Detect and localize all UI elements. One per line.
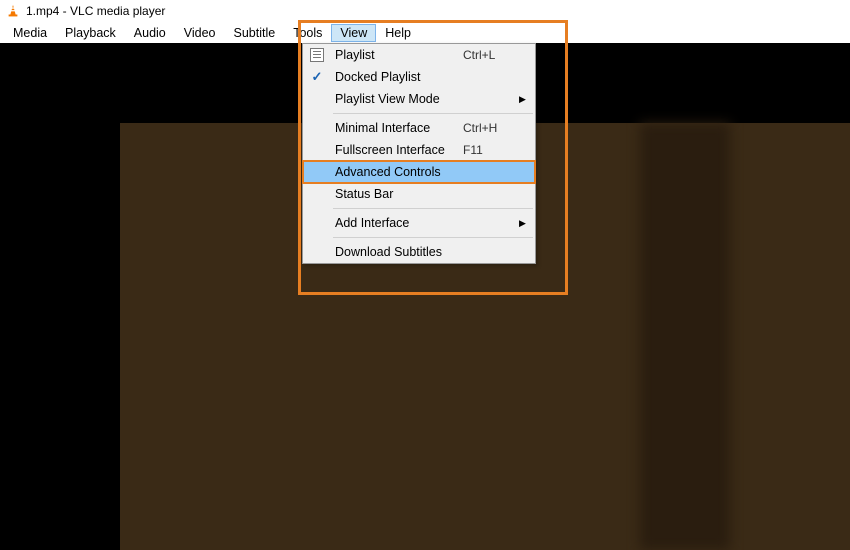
menu-docked-playlist[interactable]: ✓ Docked Playlist — [303, 66, 535, 88]
view-dropdown: Playlist Ctrl+L ✓ Docked Playlist Playli… — [302, 43, 536, 264]
menu-download-subtitles-label: Download Subtitles — [331, 245, 463, 259]
menu-separator — [333, 113, 533, 114]
vlc-cone-icon — [6, 4, 20, 18]
menu-status-bar[interactable]: Status Bar — [303, 183, 535, 205]
menu-playlist-label: Playlist — [331, 48, 463, 62]
submenu-arrow-icon: ▶ — [519, 218, 535, 229]
menu-help[interactable]: Help — [376, 24, 420, 42]
menu-playlist-view-mode-label: Playlist View Mode — [331, 92, 463, 106]
menu-minimal-interface-label: Minimal Interface — [331, 121, 463, 135]
window-title: 1.mp4 - VLC media player — [26, 4, 165, 18]
menu-separator — [333, 208, 533, 209]
menu-fullscreen-interface[interactable]: Fullscreen Interface F11 — [303, 139, 535, 161]
menu-playlist-accel: Ctrl+L — [463, 48, 519, 62]
menu-video[interactable]: Video — [175, 24, 225, 42]
menu-advanced-controls[interactable]: Advanced Controls — [303, 161, 535, 183]
menu-minimal-interface-accel: Ctrl+H — [463, 121, 519, 135]
menu-subtitle[interactable]: Subtitle — [225, 24, 285, 42]
menu-separator — [333, 237, 533, 238]
menu-fullscreen-interface-accel: F11 — [463, 143, 519, 157]
menu-media[interactable]: Media — [4, 24, 56, 42]
menu-audio[interactable]: Audio — [125, 24, 175, 42]
titlebar: 1.mp4 - VLC media player — [0, 0, 850, 22]
menu-advanced-controls-label: Advanced Controls — [331, 165, 463, 179]
menu-fullscreen-interface-label: Fullscreen Interface — [331, 143, 463, 157]
menu-add-interface-label: Add Interface — [331, 216, 463, 230]
menu-playback[interactable]: Playback — [56, 24, 125, 42]
menubar: Media Playback Audio Video Subtitle Tool… — [0, 22, 850, 43]
menu-playlist[interactable]: Playlist Ctrl+L — [303, 44, 535, 66]
checkmark-icon: ✓ — [303, 69, 331, 85]
menu-add-interface[interactable]: Add Interface ▶ — [303, 212, 535, 234]
menu-minimal-interface[interactable]: Minimal Interface Ctrl+H — [303, 117, 535, 139]
menu-docked-playlist-label: Docked Playlist — [331, 70, 463, 84]
submenu-arrow-icon: ▶ — [519, 94, 535, 105]
playlist-icon — [303, 48, 331, 62]
menu-view[interactable]: View — [331, 24, 376, 42]
menu-download-subtitles[interactable]: Download Subtitles — [303, 241, 535, 263]
menu-playlist-view-mode[interactable]: Playlist View Mode ▶ — [303, 88, 535, 110]
menu-tools[interactable]: Tools — [284, 24, 331, 42]
menu-status-bar-label: Status Bar — [331, 187, 463, 201]
